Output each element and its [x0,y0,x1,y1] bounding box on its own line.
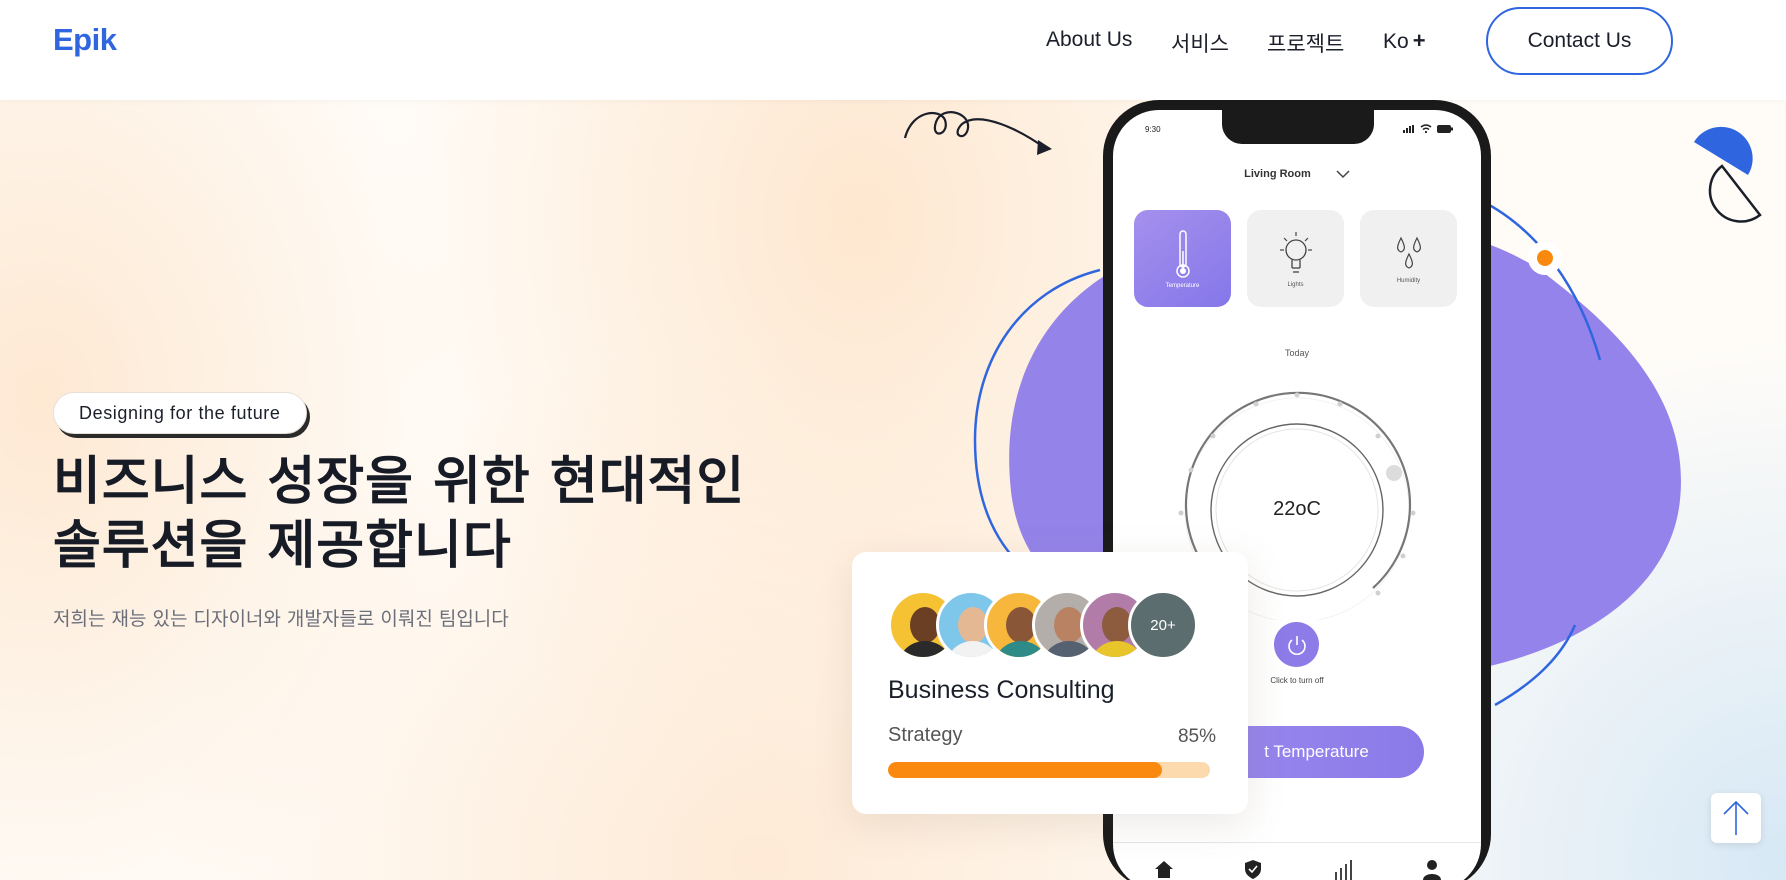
scroll-to-top-button[interactable] [1711,793,1761,843]
site-header: Epik About Us 서비스 프로젝트 Ko + Contact Us [0,0,1786,100]
progress-bar [888,762,1210,778]
hero-subtitle: 저희는 재능 있는 디자이너와 개발자들로 이뤄진 팀입니다 [53,608,509,630]
tile-temperature[interactable]: Temperature [1134,210,1231,307]
card-title: Business Consulting [888,676,1115,704]
squiggle-arrow [903,111,1046,149]
home-icon[interactable] [1153,858,1175,880]
stats-icon[interactable] [1332,858,1354,880]
avatar-group: 20+ [888,590,1198,660]
tile-label: Humidity [1396,277,1421,284]
hero-title: 비즈니스 성장을 위한 현대적인 솔루션을 제공합니다 [53,450,773,578]
arrow-up-icon [1723,800,1749,835]
nav-projects[interactable]: 프로젝트 [1267,28,1344,58]
metric-value: 85% [1177,726,1216,747]
profile-icon[interactable] [1421,858,1443,880]
room-label: Living Room [1244,168,1311,180]
tile-label: Lights [1287,281,1304,288]
tile-lights[interactable]: Lights [1247,210,1344,307]
progress-fill [888,762,1162,778]
signal-icon [1403,124,1414,133]
hero-title-line2: 솔루션을 제공합니다 [53,516,512,576]
metric-label: Strategy [888,724,963,746]
tab-bar [1153,858,1443,880]
orange-dot [1537,250,1553,266]
avatar-more-count[interactable]: 20+ [1128,590,1198,660]
business-consulting-card: 20+ Business Consulting Strategy 85% [852,552,1248,814]
dial-handle[interactable] [1386,465,1402,481]
lightbulb-icon [1279,231,1312,273]
thermometer-icon [1175,229,1190,278]
chevron-down-icon [1336,170,1350,178]
device-tiles: Temperature Lights Humidity [1134,210,1457,307]
nav-services[interactable]: 서비스 [1171,28,1229,58]
nav-about-us[interactable]: About Us [1046,28,1132,52]
tile-label: Temperature [1165,282,1200,289]
tagline-pill: Designing for the future [53,392,307,434]
contact-us-button[interactable]: Contact Us [1486,7,1673,75]
outline-pie [1708,164,1762,223]
tabbar-divider [1113,842,1481,843]
phone-notch [1222,110,1374,144]
language-selector[interactable]: Ko + [1383,28,1426,54]
power-button[interactable] [1274,622,1319,667]
arrow-head [1037,140,1052,155]
dial-value: 22oC [1273,498,1321,520]
shield-icon[interactable] [1242,858,1264,880]
more-count: 20+ [1150,616,1176,634]
hero-title-line1: 비즈니스 성장을 위한 현대적인 [53,452,746,512]
wifi-icon [1420,124,1432,133]
status-icons [1403,124,1453,133]
tile-humidity[interactable]: Humidity [1360,210,1457,307]
power-icon [1287,635,1306,655]
logo[interactable]: Epik [53,22,117,58]
battery-icon [1437,124,1453,133]
plus-icon: + [1412,28,1426,53]
room-selector[interactable]: Living Room [1113,168,1481,180]
tagline-text: Designing for the future [79,402,281,423]
droplets-icon [1396,236,1421,269]
status-time: 9:30 [1145,125,1161,134]
language-label: Ko [1383,30,1409,53]
hero-section: Designing for the future 비즈니스 성장을 위한 현대적… [0,100,1786,880]
